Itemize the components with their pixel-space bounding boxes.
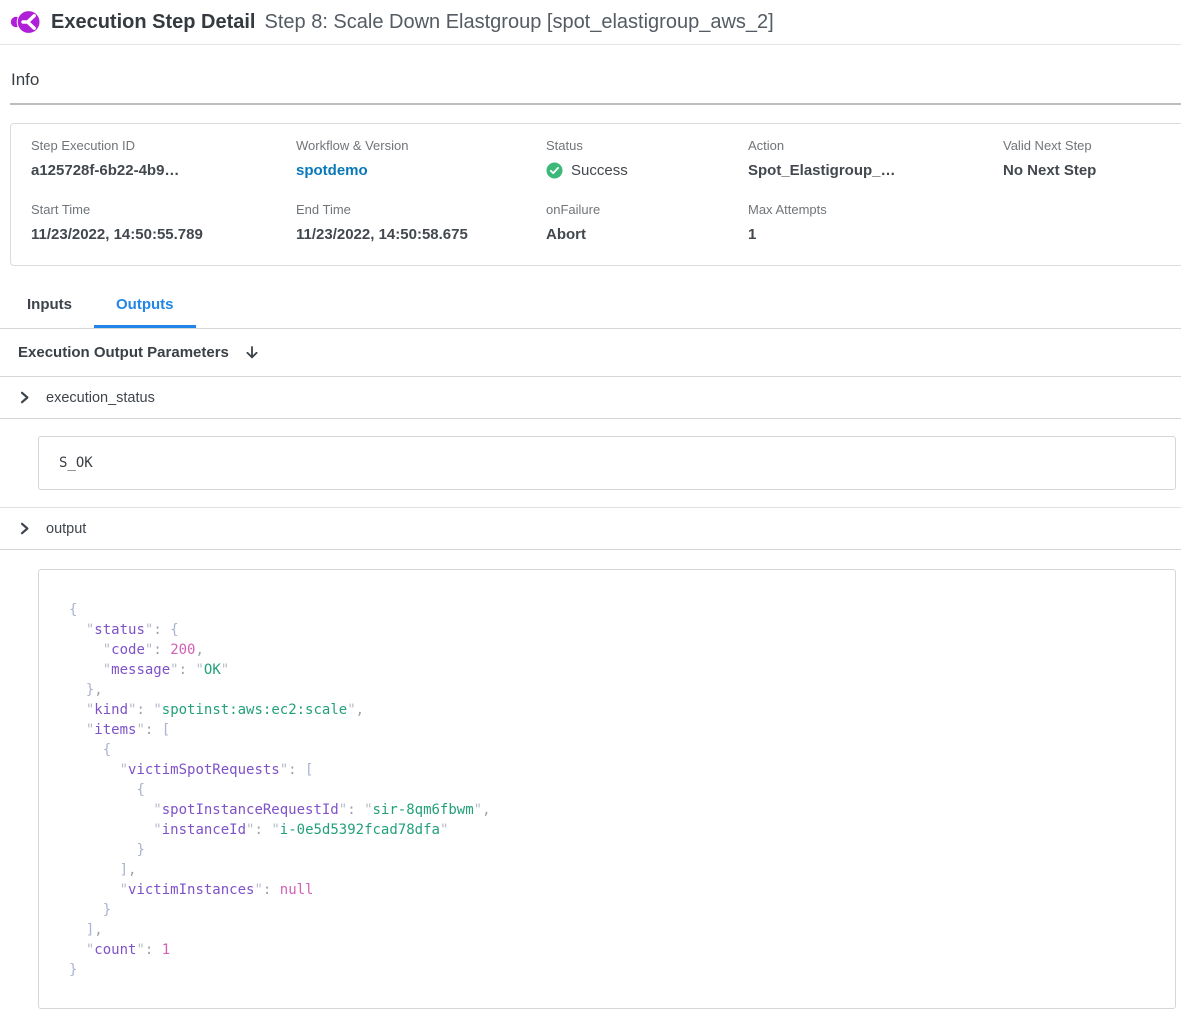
field-label: Status — [546, 138, 748, 153]
field-label: Max Attempts — [748, 202, 1003, 217]
page-title: Execution Step Detail — [51, 11, 256, 34]
field-valid-next-step: Valid Next Step No Next Step — [1003, 138, 1181, 180]
field-end-time: End Time 11/23/2022, 14:50:58.675 — [296, 202, 546, 243]
info-divider — [10, 103, 1181, 105]
valid-next-step-value: No Next Step — [1003, 162, 1181, 179]
field-workflow-version: Workflow & Version spotdemo — [296, 138, 546, 180]
info-grid: Step Execution ID a125728f-6b22-4b9… Wor… — [31, 138, 1181, 243]
tab-inputs[interactable]: Inputs — [5, 282, 94, 328]
field-label: Start Time — [31, 202, 296, 217]
json-viewer: { "status": { "code": 200, "message": "O… — [69, 600, 1155, 980]
execution-status-value: S_OK — [38, 436, 1176, 490]
info-card: Step Execution ID a125728f-6b22-4b9… Wor… — [10, 123, 1181, 266]
status-text: Success — [571, 162, 628, 179]
field-status: Status Success — [546, 138, 748, 180]
field-start-time: Start Time 11/23/2022, 14:50:55.789 — [31, 202, 296, 243]
page-subtitle: Step 8: Scale Down Elastgroup [spot_elas… — [265, 11, 774, 34]
chevron-right-icon[interactable] — [18, 391, 31, 404]
json-code-box: { "status": { "code": 200, "message": "O… — [38, 569, 1176, 1009]
field-label: End Time — [296, 202, 546, 217]
field-label: Valid Next Step — [1003, 138, 1181, 153]
section-name: output — [46, 521, 86, 537]
step-execution-id-value: a125728f-6b22-4b9… — [31, 162, 296, 179]
max-attempts-value: 1 — [748, 226, 1003, 243]
section-row-output[interactable]: output — [0, 508, 1181, 550]
action-value: Spot_Elastigroup_… — [748, 162, 1003, 179]
execution-output-parameters-title: Execution Output Parameters — [18, 344, 229, 361]
app-header: Execution Step Detail Step 8: Scale Down… — [0, 0, 1181, 45]
field-step-execution-id: Step Execution ID a125728f-6b22-4b9… — [31, 138, 296, 180]
chevron-right-icon[interactable] — [18, 522, 31, 535]
title-group: Execution Step Detail Step 8: Scale Down… — [51, 11, 774, 34]
output-content: { "status": { "code": 200, "message": "O… — [0, 569, 1181, 1009]
field-action: Action Spot_Elastigroup_… — [748, 138, 1003, 180]
field-label: Step Execution ID — [31, 138, 296, 153]
section-name: execution_status — [46, 390, 155, 406]
execution-output-parameters-header: Execution Output Parameters — [0, 329, 1181, 377]
success-check-icon — [546, 162, 563, 179]
status-badge: Success — [546, 162, 748, 179]
field-max-attempts: Max Attempts 1 — [748, 202, 1003, 243]
tab-bar: Inputs Outputs — [0, 282, 1181, 329]
workflow-link[interactable]: spotdemo — [296, 162, 368, 179]
start-time-value: 11/23/2022, 14:50:55.789 — [31, 226, 296, 243]
info-section-title: Info — [11, 70, 1181, 90]
execution-status-content: S_OK — [0, 436, 1181, 508]
field-onfailure: onFailure Abort — [546, 202, 748, 243]
tab-outputs[interactable]: Outputs — [94, 282, 196, 328]
field-label: onFailure — [546, 202, 748, 217]
download-arrow-icon[interactable] — [244, 345, 260, 361]
field-label: Workflow & Version — [296, 138, 546, 153]
onfailure-value: Abort — [546, 226, 748, 243]
workflow-brand-icon — [10, 7, 40, 37]
field-label: Action — [748, 138, 1003, 153]
end-time-value: 11/23/2022, 14:50:58.675 — [296, 226, 546, 243]
section-row-execution-status[interactable]: execution_status — [0, 377, 1181, 419]
